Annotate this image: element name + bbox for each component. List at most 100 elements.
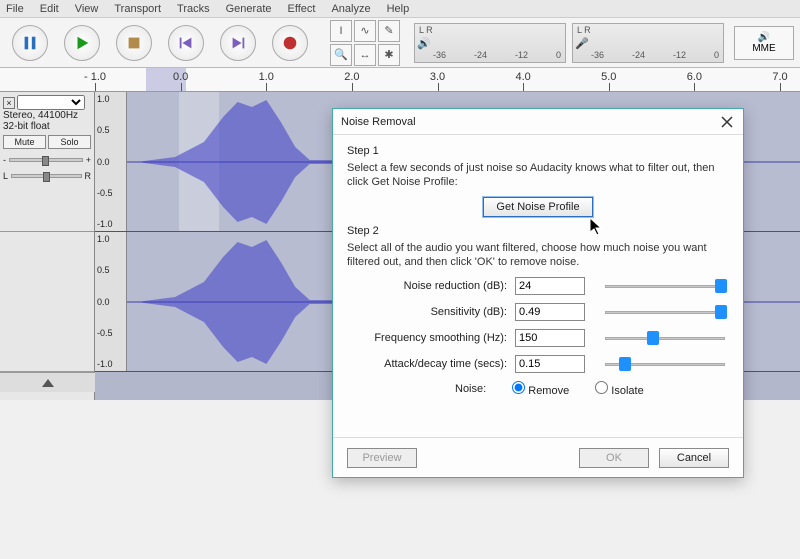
attack-decay-input[interactable]: [515, 355, 585, 373]
dialog-close-button[interactable]: [719, 114, 735, 130]
ruler-label: 2.0: [344, 71, 359, 83]
pan-slider[interactable]: L R: [3, 171, 91, 181]
track-collapse-button[interactable]: [0, 372, 95, 392]
axis-label: -1.0: [97, 359, 124, 369]
amplitude-axis: 1.0 0.5 0.0 -0.5 -1.0: [95, 232, 127, 371]
track-menu[interactable]: [17, 95, 85, 110]
menu-file[interactable]: File: [6, 3, 24, 15]
stop-button[interactable]: [116, 25, 152, 61]
zoom-tool-icon[interactable]: 🔍: [330, 44, 352, 66]
radio-label: Isolate: [611, 385, 643, 397]
smoothing-label: Frequency smoothing (Hz):: [347, 332, 507, 344]
menu-edit[interactable]: Edit: [40, 3, 59, 15]
mute-button[interactable]: Mute: [3, 135, 46, 149]
speaker-icon: 🔊: [417, 37, 431, 50]
axis-label: -0.5: [97, 188, 124, 198]
menu-generate[interactable]: Generate: [226, 3, 272, 15]
noise-isolate-radio[interactable]: Isolate: [595, 381, 643, 397]
chevron-up-icon: [42, 379, 54, 387]
smoothing-slider[interactable]: [605, 329, 725, 347]
dialog-title: Noise Removal: [341, 116, 416, 128]
menu-help[interactable]: Help: [387, 3, 410, 15]
radio-label: Remove: [528, 385, 569, 397]
noise-reduction-label: Noise reduction (dB):: [347, 280, 507, 292]
dialog-titlebar[interactable]: Noise Removal: [333, 109, 743, 135]
sensitivity-label: Sensitivity (dB):: [347, 306, 507, 318]
meter-lr-label: L R: [577, 26, 591, 35]
transport-toolbar: I ∿ ✎ 🔍 ↔ ✱ L R 🔊 -36 -24 -12 0 L R 🎤 -3…: [0, 18, 800, 68]
output-device-selector[interactable]: 🔊 MME: [734, 26, 794, 60]
axis-label: 0.0: [97, 157, 124, 167]
meter-tick: -36: [433, 50, 446, 60]
selection-tool-icon[interactable]: I: [330, 20, 352, 42]
track-close-button[interactable]: ×: [3, 97, 15, 109]
pause-button[interactable]: [12, 25, 48, 61]
edit-tools: I ∿ ✎ 🔍 ↔ ✱: [330, 20, 400, 66]
skip-start-button[interactable]: [168, 25, 204, 61]
playback-meter[interactable]: L R 🔊 -36 -24 -12 0: [414, 23, 566, 63]
attack-decay-slider[interactable]: [605, 355, 725, 373]
output-host-label: MME: [752, 43, 775, 54]
preview-button[interactable]: Preview: [347, 448, 417, 468]
close-icon: [721, 116, 733, 128]
multi-tool-icon[interactable]: ✱: [378, 44, 400, 66]
menu-analyze[interactable]: Analyze: [331, 3, 370, 15]
noise-reduction-slider[interactable]: [605, 277, 725, 295]
meter-tick: 0: [556, 50, 561, 60]
smoothing-input[interactable]: [515, 329, 585, 347]
meter-tick: -24: [632, 50, 645, 60]
gain-plus-icon: +: [86, 155, 91, 165]
ok-button[interactable]: OK: [579, 448, 649, 468]
step2-description: Select all of the audio you want filtere…: [347, 241, 729, 269]
timeline-ruler[interactable]: - 1.00.01.02.03.04.05.06.07.0: [0, 68, 800, 92]
attack-decay-label: Attack/decay time (secs):: [347, 358, 507, 370]
gain-slider[interactable]: - +: [3, 155, 91, 165]
track-header: × Stereo, 44100Hz 32-bit float Mute Solo…: [0, 92, 95, 400]
play-button[interactable]: [64, 25, 100, 61]
step1-heading: Step 1: [347, 145, 729, 157]
record-meter[interactable]: L R 🎤 -36 -24 -12 0: [572, 23, 724, 63]
gain-minus-icon: -: [3, 155, 6, 165]
sensitivity-slider[interactable]: [605, 303, 725, 321]
record-button[interactable]: [272, 25, 308, 61]
get-noise-profile-button[interactable]: Get Noise Profile: [483, 197, 592, 217]
noise-mode-label: Noise:: [455, 383, 486, 395]
ruler-label: 6.0: [687, 71, 702, 83]
meter-tick: -24: [474, 50, 487, 60]
mouse-cursor-icon: [590, 218, 604, 236]
solo-button[interactable]: Solo: [48, 135, 91, 149]
ruler-label: 0.0: [173, 71, 188, 83]
axis-label: 0.5: [97, 125, 124, 135]
meter-tick: -36: [591, 50, 604, 60]
noise-reduction-input[interactable]: [515, 277, 585, 295]
menu-tracks[interactable]: Tracks: [177, 3, 210, 15]
mic-icon: 🎤: [575, 37, 589, 50]
step1-description: Select a few seconds of just noise so Au…: [347, 161, 729, 189]
meters: L R 🔊 -36 -24 -12 0 L R 🎤 -36 -24 -12 0: [414, 23, 724, 63]
track-controls: × Stereo, 44100Hz 32-bit float Mute Solo…: [0, 92, 94, 232]
menu-effect[interactable]: Effect: [288, 3, 316, 15]
pan-left-icon: L: [3, 171, 8, 181]
track-format: Stereo, 44100Hz: [3, 110, 91, 121]
cancel-button[interactable]: Cancel: [659, 448, 729, 468]
sensitivity-input[interactable]: [515, 303, 585, 321]
axis-label: -0.5: [97, 328, 124, 338]
speaker-icon: 🔊: [758, 32, 770, 43]
menu-transport[interactable]: Transport: [114, 3, 161, 15]
step2-heading: Step 2: [347, 225, 729, 237]
timeshift-tool-icon[interactable]: ↔: [354, 44, 376, 66]
ruler-label: 4.0: [515, 71, 530, 83]
meter-lr-label: L R: [419, 26, 433, 35]
ruler-label: 5.0: [601, 71, 616, 83]
skip-end-button[interactable]: [220, 25, 256, 61]
menu-view[interactable]: View: [75, 3, 99, 15]
pan-right-icon: R: [85, 171, 92, 181]
menu-bar: File Edit View Transport Tracks Generate…: [0, 0, 800, 18]
axis-label: 1.0: [97, 234, 124, 244]
ruler-label: 3.0: [430, 71, 445, 83]
draw-tool-icon[interactable]: ✎: [378, 20, 400, 42]
axis-label: 0.0: [97, 297, 124, 307]
amplitude-axis: 1.0 0.5 0.0 -0.5 -1.0: [95, 92, 127, 231]
noise-remove-radio[interactable]: Remove: [512, 381, 569, 397]
envelope-tool-icon[interactable]: ∿: [354, 20, 376, 42]
